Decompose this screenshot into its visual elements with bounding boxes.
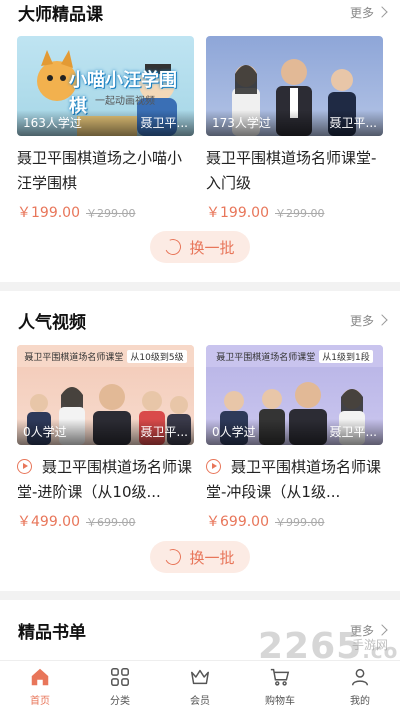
- original-price: ￥699.00: [86, 516, 136, 529]
- original-price: ￥299.00: [275, 207, 325, 220]
- chevron-right-icon: [376, 6, 388, 18]
- section-divider: [0, 282, 400, 291]
- tab-profile[interactable]: 我的: [320, 661, 400, 712]
- video-card[interactable]: 聂卫平围棋道场名师课堂 从10级到5级 0人学过 聂卫平... 聂卫平围棋道场名…: [17, 345, 194, 531]
- more-link[interactable]: 更多: [350, 4, 388, 21]
- section-title: 精品书单: [18, 622, 86, 643]
- tab-label: 首页: [30, 696, 50, 707]
- course-title: 聂卫平围棋道场之小喵小汪学围棋: [17, 149, 183, 192]
- video-thumbnail: 聂卫平围棋道场名师课堂 从10级到5级 0人学过 聂卫平...: [17, 345, 194, 445]
- category-icon: [111, 668, 129, 686]
- profile-icon: [351, 668, 369, 686]
- bottom-tab-bar: 首页 分类 会员 购物车 我的: [0, 660, 400, 712]
- course-thumbnail: 173人学过 聂卫平...: [206, 36, 383, 136]
- chevron-right-icon: [376, 314, 388, 326]
- master-section-header: 大师精品课 更多: [18, 0, 388, 25]
- tab-label: 我的: [350, 696, 370, 707]
- home-icon: [31, 668, 49, 686]
- swap-batch-button[interactable]: 换一批: [150, 541, 250, 573]
- tutor-name: 聂卫平...: [140, 425, 188, 439]
- watermark-subtitle: 手游网: [352, 638, 389, 652]
- cart-icon: [270, 668, 290, 686]
- course-thumbnail: 小喵小汪学围棋 一起动画视频 163人学过 聂卫平...: [17, 36, 194, 136]
- video-title: 聂卫平围棋道场名师课堂-进阶课（从10级...: [17, 458, 193, 501]
- section-title: 大师精品课: [18, 4, 103, 25]
- video-thumbnail: 聂卫平围棋道场名师课堂 从1级到1段 0人学过 聂卫平...: [206, 345, 383, 445]
- swap-label: 换一批: [189, 548, 235, 567]
- swap-label: 换一批: [189, 238, 235, 257]
- play-icon: [17, 458, 32, 474]
- original-price: ￥999.00: [275, 516, 325, 529]
- swap-batch-button[interactable]: 换一批: [150, 231, 250, 263]
- more-link[interactable]: 更多: [350, 312, 388, 329]
- tutor-name: 聂卫平...: [140, 116, 188, 130]
- tab-cart[interactable]: 购物车: [240, 661, 320, 712]
- section-divider: [0, 591, 400, 600]
- tab-home[interactable]: 首页: [0, 661, 80, 712]
- course-card[interactable]: 小喵小汪学围棋 一起动画视频 163人学过 聂卫平... 聂卫平围棋道场之小喵小…: [17, 36, 194, 222]
- price: ￥199.00: [206, 205, 269, 221]
- section-title: 人气视频: [18, 312, 86, 333]
- refresh-icon: [163, 546, 184, 568]
- thumbnail-art-subtitle: 一起动画视频: [95, 96, 155, 107]
- tab-member[interactable]: 会员: [160, 661, 240, 712]
- video-title: 聂卫平围棋道场名师课堂-冲段课（从1级...: [206, 458, 382, 501]
- refresh-icon: [163, 236, 184, 258]
- video-card[interactable]: 聂卫平围棋道场名师课堂 从1级到1段 0人学过 聂卫平... 聂卫平围棋道场名师…: [206, 345, 383, 531]
- learner-count: 173人学过: [212, 116, 271, 130]
- tutor-name: 聂卫平...: [329, 116, 377, 130]
- tab-label: 分类: [110, 696, 130, 707]
- crown-icon: [191, 669, 209, 685]
- course-title: 聂卫平围棋道场名师课堂-入门级: [206, 149, 377, 192]
- tab-category[interactable]: 分类: [80, 661, 160, 712]
- learner-count: 163人学过: [23, 116, 82, 130]
- original-price: ￥299.00: [86, 207, 136, 220]
- learner-count: 0人学过: [23, 425, 67, 439]
- videos-section-header: 人气视频 更多: [18, 308, 388, 333]
- learner-count: 0人学过: [212, 425, 256, 439]
- play-icon: [206, 458, 221, 474]
- price: ￥499.00: [17, 514, 80, 530]
- tab-label: 会员: [190, 696, 210, 707]
- tab-label: 购物车: [265, 696, 295, 707]
- price: ￥699.00: [206, 514, 269, 530]
- tutor-name: 聂卫平...: [329, 425, 377, 439]
- course-card[interactable]: 173人学过 聂卫平... 聂卫平围棋道场名师课堂-入门级 ￥199.00 ￥2…: [206, 36, 383, 222]
- price: ￥199.00: [17, 205, 80, 221]
